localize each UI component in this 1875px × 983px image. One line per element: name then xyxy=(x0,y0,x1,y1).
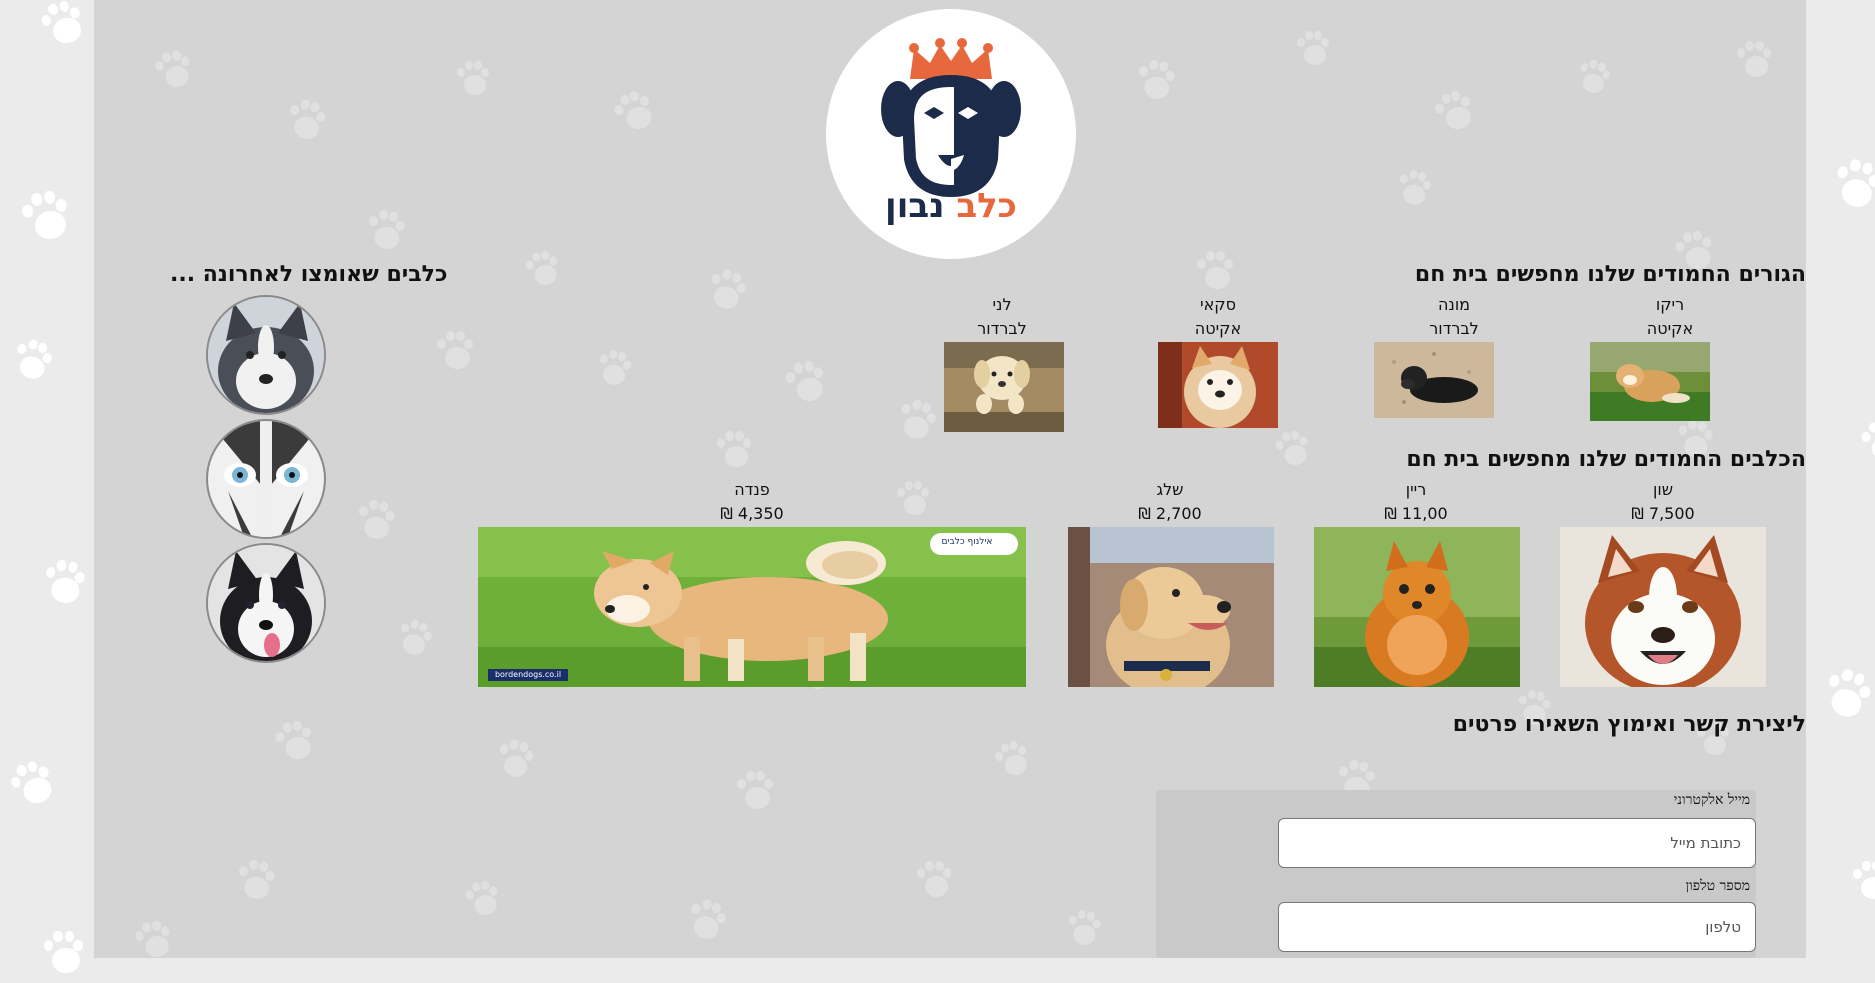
paw-print-icon xyxy=(887,393,949,455)
puppy-card-rico[interactable]: ריקו אקיטה xyxy=(1610,293,1730,341)
paw-print-icon xyxy=(388,614,443,669)
paw-print-icon xyxy=(734,770,782,818)
paw-print-icon xyxy=(279,95,338,154)
paw-print-icon xyxy=(697,263,759,325)
paw-print-icon xyxy=(1271,427,1321,477)
paw-print-icon xyxy=(15,185,85,255)
dog-price: 7,500 ₪ xyxy=(1631,504,1695,523)
puppy-breed: לברדור xyxy=(977,319,1027,338)
puppy-card-mona[interactable]: מונה לברדור xyxy=(1394,293,1514,341)
paw-print-icon xyxy=(130,916,183,958)
logo-word-orange: כלב xyxy=(956,186,1017,226)
paw-print-icon xyxy=(1568,54,1620,106)
dog-card-rain[interactable]: ריין 11,00 ₪ xyxy=(1356,478,1476,526)
adopted-dog-photo-2[interactable] xyxy=(206,419,326,539)
adopted-section-title: כלבים שאומצו לאחרונה ... xyxy=(170,262,448,287)
puppy-photo-skye[interactable] xyxy=(1158,342,1278,428)
main-page: כלב נבון הגורים החמודים שלנו מחפשים בית … xyxy=(94,0,1806,958)
paw-print-icon xyxy=(1734,40,1780,86)
puppy-name: ריקו xyxy=(1655,295,1685,314)
paw-print-icon xyxy=(1061,907,1111,957)
dog-photo-panda[interactable]: אילנוף כלבים bordendogs.co.il xyxy=(478,527,1026,687)
adopted-dog-photo-3[interactable] xyxy=(206,543,326,663)
phone-label: מספר טלפון xyxy=(1685,878,1750,894)
paw-print-icon xyxy=(1850,860,1875,908)
puppy-card-leni[interactable]: לני לברדור xyxy=(942,293,1062,341)
paw-print-icon xyxy=(1812,662,1875,736)
paw-print-icon xyxy=(1856,416,1875,472)
puppy-breed: לברדור xyxy=(1429,319,1479,338)
paw-print-icon xyxy=(3,333,65,395)
paw-print-icon xyxy=(360,206,416,262)
dog-name: פנדה xyxy=(734,480,770,499)
dog-card-sheleg[interactable]: שלג 2,700 ₪ xyxy=(1110,478,1230,526)
puppy-name: מונה xyxy=(1437,295,1471,314)
paw-print-icon xyxy=(914,860,960,906)
paw-print-icon xyxy=(1130,56,1186,112)
dog-photo-sheleg[interactable] xyxy=(1068,527,1274,687)
puppy-card-skye[interactable]: סקאי אקיטה xyxy=(1158,293,1278,341)
puppy-breed: אקיטה xyxy=(1194,319,1242,338)
dog-price: 2,700 ₪ xyxy=(1138,504,1202,523)
paw-print-icon xyxy=(3,753,71,821)
paw-print-icon xyxy=(521,247,571,297)
dog-price: 4,350 ₪ xyxy=(720,504,784,523)
dog-name: שון xyxy=(1652,480,1674,499)
dog-name: ריין xyxy=(1405,480,1427,499)
puppy-name: סקאי xyxy=(1199,295,1236,314)
paw-print-icon xyxy=(1294,30,1337,73)
paw-print-icon xyxy=(714,430,760,476)
dog-price: 11,00 ₪ xyxy=(1384,504,1448,523)
paw-print-icon xyxy=(36,556,97,617)
dog-photo-rain[interactable] xyxy=(1314,527,1520,687)
contact-form: מייל אלקטרוני מספר טלפון xyxy=(1156,790,1756,958)
paw-print-icon xyxy=(780,356,838,414)
email-label: מייל אלקטרוני xyxy=(1673,792,1750,808)
phone-field[interactable] xyxy=(1278,902,1756,952)
puppy-breed: אקיטה xyxy=(1646,319,1694,338)
contact-section-title: ליצירת קשר ואימוץ השאירו פרטים xyxy=(1452,712,1806,737)
dog-name: שלג xyxy=(1156,480,1184,499)
paw-print-icon xyxy=(1194,250,1242,298)
paw-print-icon xyxy=(607,83,669,145)
puppies-section-title: הגורים החמודים שלנו מחפשים בית חם xyxy=(1414,262,1806,287)
puppy-photo-mona[interactable] xyxy=(1374,342,1494,418)
paw-print-icon xyxy=(40,930,93,983)
puppy-photo-leni[interactable] xyxy=(944,342,1064,432)
paw-print-icon xyxy=(1824,154,1875,225)
dog-card-panda[interactable]: פנדה 4,350 ₪ xyxy=(692,478,812,526)
logo-wordmark: כלב נבון xyxy=(826,189,1076,223)
puppy-photo-rico[interactable] xyxy=(1590,342,1710,421)
paw-print-icon xyxy=(677,893,739,955)
paw-print-icon xyxy=(1429,85,1488,144)
paw-print-icon xyxy=(34,0,99,59)
paw-print-icon xyxy=(434,330,482,378)
dogs-section-title: הכלבים החמודים שלנו מחפשים בית חם xyxy=(1406,447,1806,472)
panda-site-text: bordendogs.co.il xyxy=(494,670,562,679)
paw-print-icon xyxy=(894,480,937,523)
panda-watermark-text: אילנוף כלבים xyxy=(941,537,993,547)
paw-print-icon xyxy=(230,856,286,912)
paw-print-icon xyxy=(461,877,511,927)
paw-print-icon xyxy=(989,735,1042,788)
dog-photo-shon[interactable] xyxy=(1560,527,1766,687)
paw-print-icon xyxy=(454,60,497,103)
email-field[interactable] xyxy=(1278,818,1756,868)
paw-print-icon xyxy=(1389,165,1442,218)
logo-word-navy: נבון xyxy=(885,186,945,226)
site-logo[interactable]: כלב נבון xyxy=(826,9,1076,259)
paw-print-icon xyxy=(150,46,203,99)
paw-print-icon xyxy=(350,496,406,552)
paw-print-icon xyxy=(489,735,545,791)
paw-print-icon xyxy=(270,716,326,772)
puppy-name: לני xyxy=(992,295,1012,314)
paw-print-icon xyxy=(589,345,642,398)
dog-card-shon[interactable]: שון 7,500 ₪ xyxy=(1603,478,1723,526)
adopted-dog-photo-1[interactable] xyxy=(206,295,326,415)
